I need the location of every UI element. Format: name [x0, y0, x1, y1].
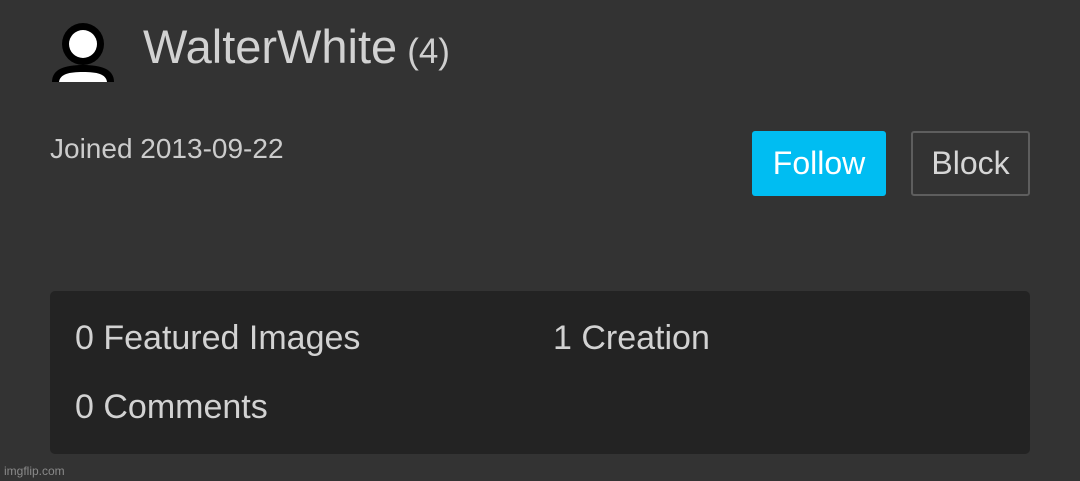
joined-date: Joined 2013-09-22 [50, 133, 284, 164]
stats-panel: 0 Featured Images 1 Creation 0 Comments [50, 291, 1030, 454]
user-profile-page: WalterWhite (4) Joined 2013-09-22 Follow… [0, 0, 1080, 481]
block-button[interactable]: Block [911, 131, 1030, 196]
profile-header: WalterWhite (4) [143, 20, 450, 74]
watermark: imgflip.com [4, 464, 65, 478]
user-points: (4) [407, 32, 450, 71]
user-silhouette-icon [50, 20, 116, 82]
username: WalterWhite [143, 20, 398, 73]
creations-count[interactable]: 1 Creation [553, 318, 710, 358]
comments-count[interactable]: 0 Comments [75, 387, 268, 427]
featured-images-count[interactable]: 0 Featured Images [75, 318, 360, 358]
follow-button[interactable]: Follow [752, 131, 886, 196]
